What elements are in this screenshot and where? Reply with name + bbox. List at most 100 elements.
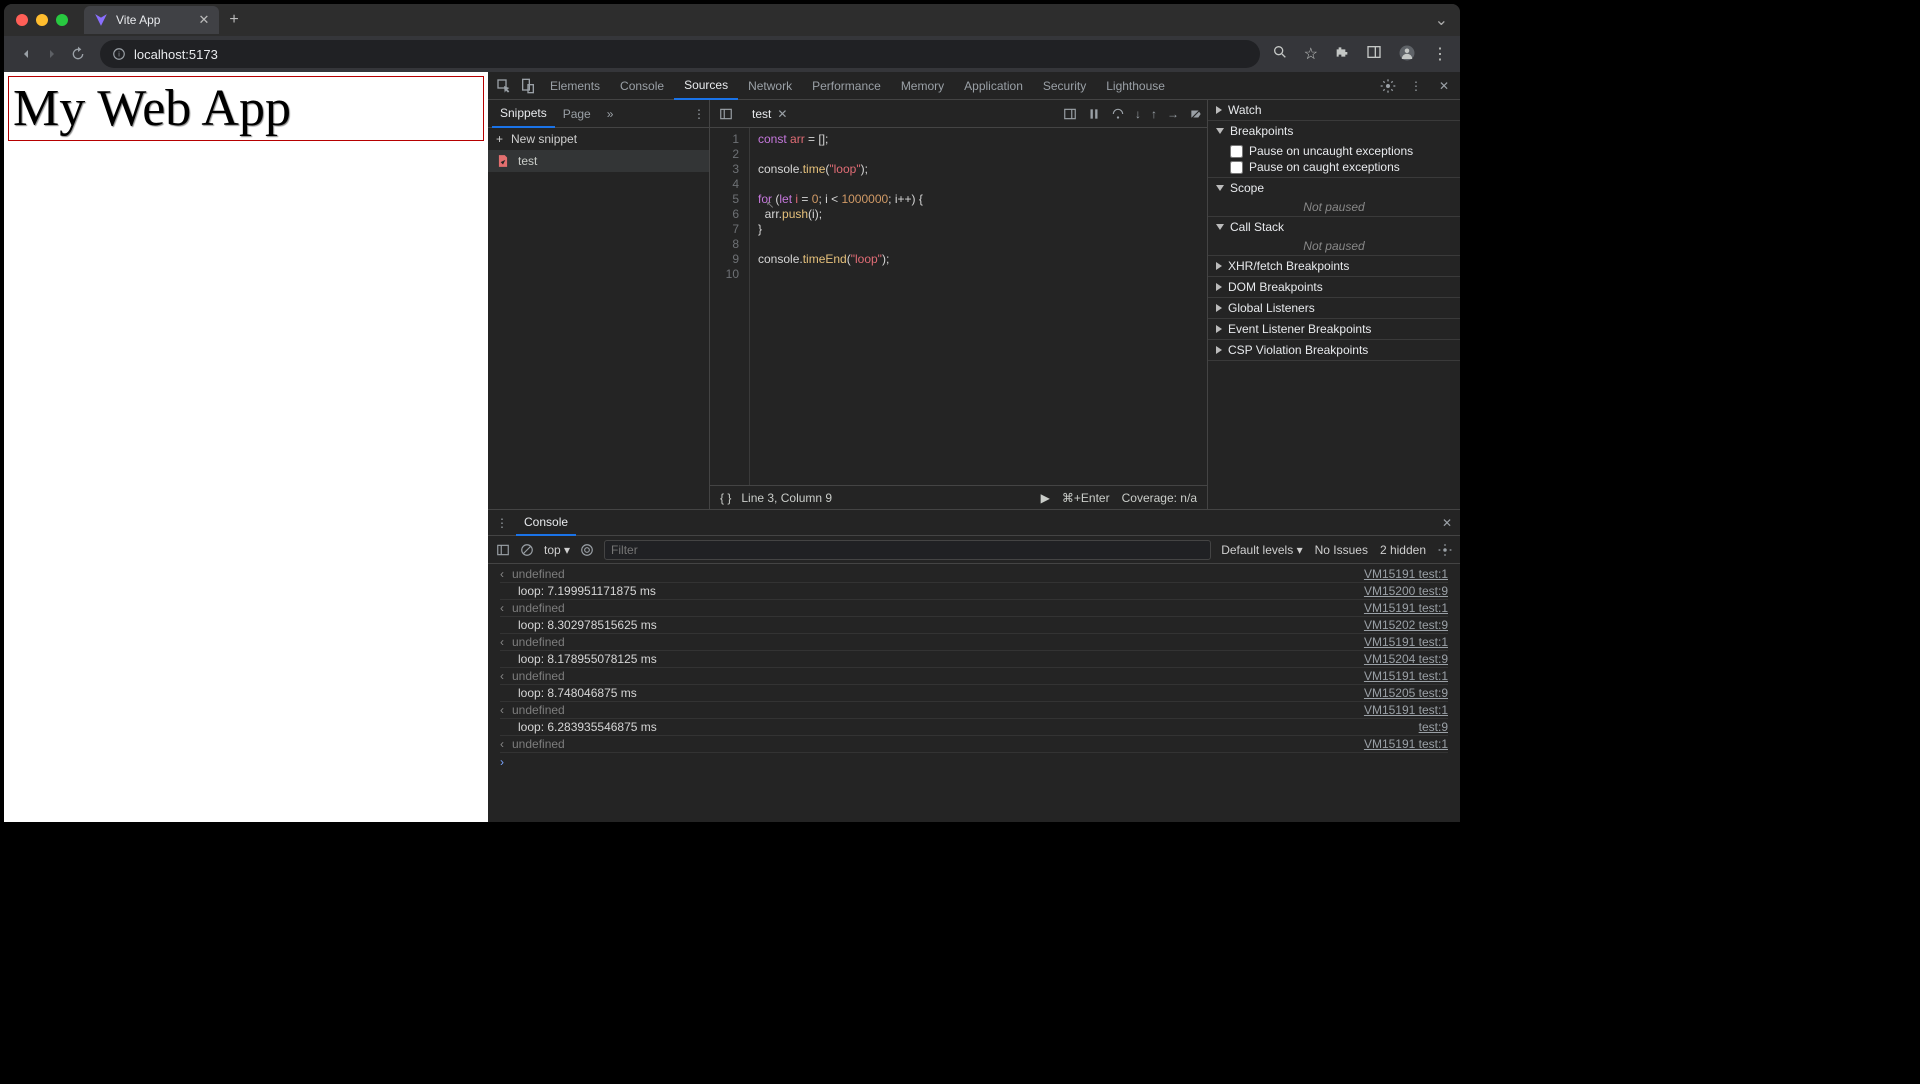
- tab-performance[interactable]: Performance: [802, 72, 891, 100]
- toggle-sidebar-icon[interactable]: [1063, 107, 1077, 121]
- reload-button[interactable]: [68, 44, 88, 64]
- global-listeners-section[interactable]: Global Listeners: [1208, 298, 1460, 318]
- bookmark-icon[interactable]: ☆: [1304, 44, 1318, 64]
- snippets-panel: Snippets Page » ⋮ + New snippet test: [488, 100, 710, 509]
- back-button[interactable]: [16, 44, 36, 64]
- tab-application[interactable]: Application: [954, 72, 1033, 100]
- step-into-icon[interactable]: ↓: [1135, 107, 1141, 121]
- devtools: Elements Console Sources Network Perform…: [488, 72, 1460, 822]
- tab-elements[interactable]: Elements: [540, 72, 610, 100]
- tab-dropdown-icon[interactable]: ⌄: [1435, 10, 1448, 30]
- tab-memory[interactable]: Memory: [891, 72, 954, 100]
- window-close-button[interactable]: [16, 14, 28, 26]
- window-maximize-button[interactable]: [56, 14, 68, 26]
- no-issues-label: No Issues: [1315, 543, 1368, 557]
- console-prompt[interactable]: ›: [500, 753, 1448, 771]
- console-log-row: loop: 6.283935546875 mstest:9: [500, 719, 1448, 736]
- zoom-icon[interactable]: [1272, 44, 1288, 64]
- console-log-row: ‹undefinedVM15191 test:1: [500, 634, 1448, 651]
- extensions-icon[interactable]: [1334, 44, 1350, 64]
- run-hint: ⌘+Enter: [1062, 491, 1110, 505]
- tab-sources[interactable]: Sources: [674, 72, 738, 100]
- console-log-row: ‹undefinedVM15191 test:1: [500, 702, 1448, 719]
- tab-lighthouse[interactable]: Lighthouse: [1096, 72, 1175, 100]
- console-drawer: ⋮ Console ✕ top ▾ Default levels ▾ No Is…: [488, 510, 1460, 822]
- console-settings-icon[interactable]: [1438, 543, 1452, 557]
- plus-icon: +: [496, 132, 503, 146]
- step-icon[interactable]: →: [1167, 107, 1179, 121]
- callstack-section[interactable]: Call Stack: [1208, 217, 1460, 237]
- url-text: localhost:5173: [134, 47, 218, 62]
- scope-section[interactable]: Scope: [1208, 178, 1460, 198]
- browser-tab[interactable]: Vite App ✕: [84, 6, 219, 34]
- pause-icon[interactable]: [1087, 107, 1101, 121]
- device-toggle-icon[interactable]: [516, 74, 540, 98]
- new-tab-button[interactable]: +: [229, 11, 238, 29]
- hidden-count: 2 hidden: [1380, 543, 1426, 557]
- dom-breakpoints-section[interactable]: DOM Breakpoints: [1208, 277, 1460, 297]
- xhr-breakpoints-section[interactable]: XHR/fetch Breakpoints: [1208, 256, 1460, 276]
- subtab-page[interactable]: Page: [555, 100, 599, 128]
- clear-console-icon[interactable]: [520, 543, 534, 557]
- inspect-element-icon[interactable]: [492, 74, 516, 98]
- settings-icon[interactable]: [1376, 74, 1400, 98]
- event-breakpoints-section[interactable]: Event Listener Breakpoints: [1208, 319, 1460, 339]
- snippet-file-icon: [496, 154, 510, 168]
- console-filter-input[interactable]: [604, 540, 1211, 560]
- devtools-menu-icon[interactable]: ⋮: [1404, 74, 1428, 98]
- url-actions: ☆ ⋮: [1272, 44, 1448, 64]
- snippet-item[interactable]: test: [488, 150, 709, 172]
- pause-caught-checkbox[interactable]: Pause on caught exceptions: [1230, 159, 1438, 175]
- navigator-toggle-icon[interactable]: [714, 102, 738, 126]
- content-area: My Web App Elements Console Sources Netw…: [4, 72, 1460, 822]
- side-panel-icon[interactable]: [1366, 44, 1382, 64]
- console-output[interactable]: ‹undefinedVM15191 test:1loop: 7.19995117…: [488, 564, 1460, 822]
- drawer-tab-console[interactable]: Console: [516, 510, 576, 536]
- pretty-print-icon[interactable]: { }: [720, 491, 731, 505]
- browser-window: Vite App ✕ + ⌄ i localhost:5173 ☆ ⋮ My W…: [4, 4, 1460, 822]
- tab-close-button[interactable]: ✕: [198, 12, 209, 28]
- site-info-icon: i: [112, 47, 126, 61]
- cursor-position: Line 3, Column 9: [741, 491, 832, 505]
- forward-button[interactable]: [42, 44, 62, 64]
- context-selector[interactable]: top ▾: [544, 543, 570, 557]
- deactivate-breakpoints-icon[interactable]: [1189, 107, 1203, 121]
- watch-section[interactable]: Watch: [1208, 100, 1460, 120]
- live-expression-icon[interactable]: [580, 543, 594, 557]
- titlebar: Vite App ✕ + ⌄: [4, 4, 1460, 36]
- tab-console[interactable]: Console: [610, 72, 674, 100]
- tab-security[interactable]: Security: [1033, 72, 1096, 100]
- breakpoints-section[interactable]: Breakpoints: [1208, 121, 1460, 141]
- run-icon[interactable]: ▶: [1041, 491, 1050, 505]
- window-controls: [16, 14, 68, 26]
- subtab-snippets[interactable]: Snippets: [492, 100, 555, 128]
- devtools-close-icon[interactable]: ✕: [1432, 74, 1456, 98]
- pause-uncaught-checkbox[interactable]: Pause on uncaught exceptions: [1230, 143, 1438, 159]
- editor-file-tab[interactable]: test ✕: [744, 102, 795, 126]
- drawer-close-icon[interactable]: ✕: [1442, 516, 1452, 530]
- console-sidebar-icon[interactable]: [496, 543, 510, 557]
- console-drawer-tabs: ⋮ Console ✕: [488, 510, 1460, 536]
- window-minimize-button[interactable]: [36, 14, 48, 26]
- callstack-empty: Not paused: [1208, 237, 1460, 255]
- rendered-page: My Web App: [4, 72, 488, 822]
- editor-panel: test ✕ ↓ ↑ →: [710, 100, 1208, 509]
- coverage-label: Coverage: n/a: [1122, 491, 1197, 505]
- editor-tab-close-icon[interactable]: ✕: [777, 107, 787, 121]
- drawer-menu-icon[interactable]: ⋮: [496, 516, 508, 530]
- subtab-more-icon[interactable]: »: [607, 107, 614, 121]
- step-out-icon[interactable]: ↑: [1151, 107, 1157, 121]
- csp-breakpoints-section[interactable]: CSP Violation Breakpoints: [1208, 340, 1460, 360]
- new-snippet-label: New snippet: [511, 132, 577, 146]
- menu-icon[interactable]: ⋮: [1432, 44, 1448, 64]
- code-editor[interactable]: 12345678910 const arr = []; console.time…: [710, 128, 1207, 485]
- profile-icon[interactable]: [1398, 44, 1416, 64]
- subtab-menu-icon[interactable]: ⋮: [693, 107, 705, 121]
- address-bar[interactable]: i localhost:5173: [100, 40, 1260, 68]
- log-levels-selector[interactable]: Default levels ▾: [1221, 543, 1302, 557]
- step-over-icon[interactable]: [1111, 107, 1125, 121]
- new-snippet-button[interactable]: + New snippet: [488, 128, 709, 150]
- tab-network[interactable]: Network: [738, 72, 802, 100]
- url-bar: i localhost:5173 ☆ ⋮: [4, 36, 1460, 72]
- sources-top: Snippets Page » ⋮ + New snippet test: [488, 100, 1460, 510]
